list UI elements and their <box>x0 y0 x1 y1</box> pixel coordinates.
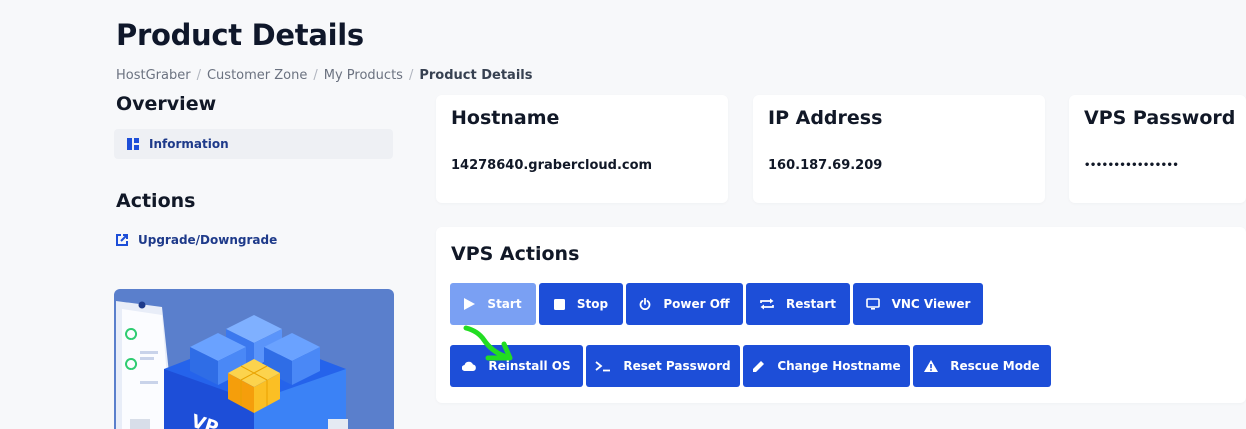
change-hostname-label: Change Hostname <box>777 359 901 373</box>
start-label: Start <box>487 297 522 311</box>
promo-illustration: VP <box>114 289 394 429</box>
breadcrumb: HostGraber / Customer Zone / My Products… <box>116 68 532 83</box>
sidebar-item-information[interactable]: Information <box>114 129 393 159</box>
change-hostname-button[interactable]: Change Hostname <box>743 345 910 387</box>
actions-title: Actions <box>116 190 196 212</box>
hostname-card: Hostname 14278640.grabercloud.com <box>436 95 728 203</box>
vps-password-value: •••••••••••••••• <box>1084 160 1179 171</box>
stop-icon <box>553 298 565 310</box>
breadcrumb-item-hostgraber[interactable]: HostGraber <box>116 68 191 83</box>
reset-password-label: Reset Password <box>623 359 731 373</box>
restart-icon <box>760 298 774 310</box>
breadcrumb-current: Product Details <box>419 68 533 83</box>
external-link-icon <box>116 234 128 246</box>
page-title: Product Details <box>116 18 364 52</box>
dashboard-icon <box>127 138 139 150</box>
reset-password-button[interactable]: Reset Password <box>586 345 740 387</box>
breadcrumb-separator: / <box>313 68 318 83</box>
breadcrumb-separator: / <box>196 68 201 83</box>
vps-actions-title: VPS Actions <box>451 243 580 265</box>
restart-label: Restart <box>785 297 836 311</box>
upgrade-downgrade-label: Upgrade/Downgrade <box>138 233 278 247</box>
ip-address-title: IP Address <box>768 107 883 129</box>
ip-address-value: 160.187.69.209 <box>768 158 883 173</box>
restart-button[interactable]: Restart <box>746 283 850 325</box>
play-icon <box>464 298 476 310</box>
vps-password-card: VPS Password •••••••••••••••• <box>1069 95 1246 203</box>
power-off-button[interactable]: Power Off <box>626 283 743 325</box>
hostname-title: Hostname <box>451 107 560 129</box>
start-button[interactable]: Start <box>450 283 536 325</box>
annotation-arrow-icon <box>463 325 513 361</box>
power-icon <box>640 298 651 310</box>
terminal-icon <box>595 361 611 372</box>
upgrade-downgrade-link[interactable]: Upgrade/Downgrade <box>116 233 277 247</box>
breadcrumb-item-my-products[interactable]: My Products <box>324 68 403 83</box>
vnc-viewer-button[interactable]: VNC Viewer <box>853 283 983 325</box>
monitor-icon <box>865 298 880 310</box>
breadcrumb-item-customer-zone[interactable]: Customer Zone <box>207 68 307 83</box>
vps-password-title: VPS Password <box>1084 107 1236 129</box>
rescue-mode-button[interactable]: Rescue Mode <box>913 345 1051 387</box>
stop-button[interactable]: Stop <box>539 283 623 325</box>
breadcrumb-separator: / <box>408 68 414 83</box>
overview-title: Overview <box>116 93 217 115</box>
vnc-viewer-label: VNC Viewer <box>891 297 971 311</box>
rescue-mode-label: Rescue Mode <box>950 359 1040 373</box>
ip-address-card: IP Address 160.187.69.209 <box>753 95 1045 203</box>
warning-icon <box>924 360 939 372</box>
power-off-label: Power Off <box>663 297 730 311</box>
sidebar-item-label: Information <box>149 137 229 151</box>
stop-label: Stop <box>576 297 609 311</box>
hostname-value: 14278640.grabercloud.com <box>451 158 653 173</box>
pencil-icon <box>753 360 765 372</box>
